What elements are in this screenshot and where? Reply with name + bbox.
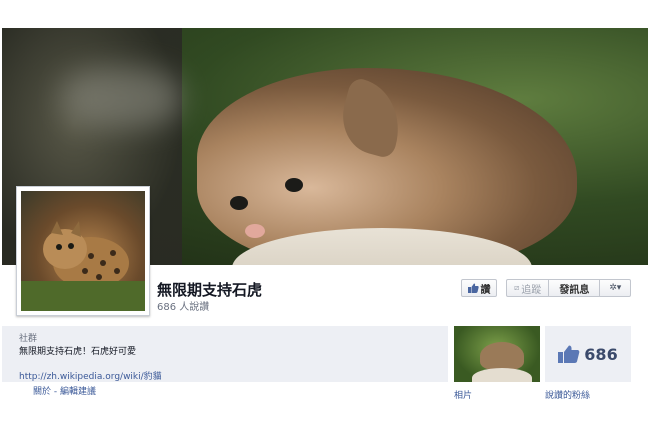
cover-kitten-eye-left [230,196,248,210]
like-button[interactable]: 讚 [461,279,497,297]
settings-dropdown-button[interactable]: ✲▾ [600,280,630,296]
page-title[interactable]: 無限期支持石虎 [157,279,262,300]
top-blank-strip [0,0,650,28]
photos-tile-kitten [480,342,524,370]
website-link[interactable]: http://zh.wikipedia.org/wiki/豹貓 [19,369,162,382]
likes-tile-label[interactable]: 說讚的粉絲 [545,388,590,401]
likes-tile[interactable]: 686 [545,326,631,382]
message-button[interactable]: 發訊息 [549,280,601,296]
photos-tile[interactable] [454,326,540,382]
thumbs-up-icon [558,345,580,363]
likes-tile-count: 686 [584,344,618,364]
about-footer-links[interactable]: 關於 - 編輯建議 [33,384,96,397]
photos-tile-label[interactable]: 相片 [454,388,472,401]
page-actions-group: ⧄ 追蹤 發訊息 ✲▾ [506,279,631,297]
cover-background-highlight [62,68,182,128]
photos-tile-cloth [472,368,532,382]
follow-button[interactable]: ⧄ 追蹤 [507,280,550,296]
thumbs-up-icon [467,283,479,293]
cover-kitten-nose [245,224,265,238]
rss-icon: ⧄ [514,283,520,292]
gear-icon: ✲▾ [609,283,622,293]
profile-picture-grass [21,281,145,311]
page-description: 無限期支持石虎！石虎好可愛 [19,347,137,357]
follow-button-label: 追蹤 [521,284,542,296]
like-button-label: 讚 [480,284,491,296]
likes-count-text[interactable]: 686 人說讚 [157,298,209,313]
profile-picture[interactable] [16,186,150,316]
page-category: 社群 [19,334,38,344]
profile-picture-image [21,191,145,311]
message-button-label: 發訊息 [559,284,590,296]
cover-kitten-eye-right [285,178,303,192]
